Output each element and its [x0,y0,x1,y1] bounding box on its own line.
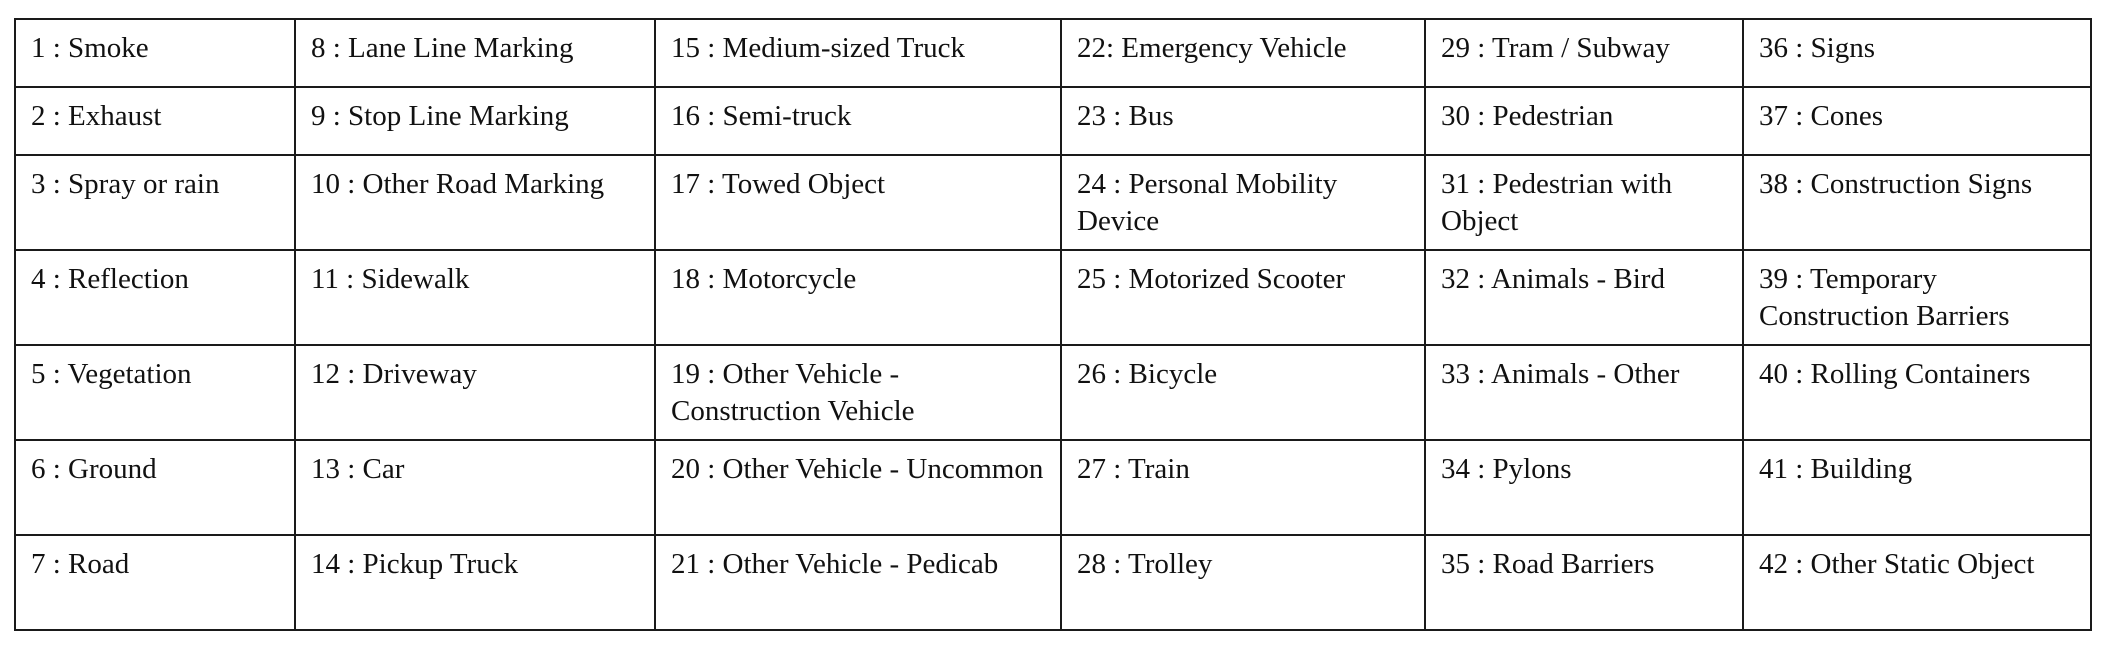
table-cell: 6 : Ground [14,439,296,536]
table-cell: 24 : Personal Mobility Device [1060,154,1426,251]
table-cell: 4 : Reflection [14,249,296,346]
table-cell: 40 : Rolling Containers [1742,344,2092,441]
table-row: 2 : Exhaust 9 : Stop Line Marking 16 : S… [14,86,2092,156]
table-cell: 3 : Spray or rain [14,154,296,251]
table-cell: 7 : Road [14,534,296,631]
table-cell: 8 : Lane Line Marking [294,18,656,88]
table-row: 4 : Reflection 11 : Sidewalk 18 : Motorc… [14,249,2092,346]
table-cell: 20 : Other Vehicle - Uncommon [654,439,1062,536]
table-cell: 31 : Pedestrian with Object [1424,154,1744,251]
table-cell: 5 : Vegetation [14,344,296,441]
table-cell: 16 : Semi-truck [654,86,1062,156]
class-legend-table: 1 : Smoke 8 : Lane Line Marking 15 : Med… [14,18,2092,631]
legend-container: 1 : Smoke 8 : Lane Line Marking 15 : Med… [14,18,2092,631]
table-cell: 15 : Medium-sized Truck [654,18,1062,88]
table-cell: 27 : Train [1060,439,1426,536]
table-row: 3 : Spray or rain 10 : Other Road Markin… [14,154,2092,251]
table-cell: 18 : Motorcycle [654,249,1062,346]
table-cell: 9 : Stop Line Marking [294,86,656,156]
table-cell: 11 : Sidewalk [294,249,656,346]
table-cell: 35 : Road Barriers [1424,534,1744,631]
table-cell: 42 : Other Static Object [1742,534,2092,631]
table-cell: 19 : Other Vehicle - Construction Vehicl… [654,344,1062,441]
table-cell: 1 : Smoke [14,18,296,88]
table-cell: 34 : Pylons [1424,439,1744,536]
table-cell: 26 : Bicycle [1060,344,1426,441]
table-row: 7 : Road 14 : Pickup Truck 21 : Other Ve… [14,534,2092,631]
table-cell: 10 : Other Road Marking [294,154,656,251]
table-cell: 29 : Tram / Subway [1424,18,1744,88]
table-cell: 25 : Motorized Scooter [1060,249,1426,346]
table-row: 1 : Smoke 8 : Lane Line Marking 15 : Med… [14,18,2092,88]
table-row: 6 : Ground 13 : Car 20 : Other Vehicle -… [14,439,2092,536]
table-cell: 2 : Exhaust [14,86,296,156]
table-cell: 12 : Driveway [294,344,656,441]
table-cell: 30 : Pedestrian [1424,86,1744,156]
table-cell: 28 : Trolley [1060,534,1426,631]
table-cell: 17 : Towed Object [654,154,1062,251]
table-cell: 14 : Pickup Truck [294,534,656,631]
table-cell: 41 : Building [1742,439,2092,536]
table-cell: 39 : Temporary Construction Barriers [1742,249,2092,346]
table-cell: 36 : Signs [1742,18,2092,88]
table-cell: 22: Emergency Vehicle [1060,18,1426,88]
table-cell: 38 : Construction Signs [1742,154,2092,251]
table-cell: 21 : Other Vehicle - Pedicab [654,534,1062,631]
table-cell: 23 : Bus [1060,86,1426,156]
table-cell: 37 : Cones [1742,86,2092,156]
table-row: 5 : Vegetation 12 : Driveway 19 : Other … [14,344,2092,441]
table-cell: 32 : Animals - Bird [1424,249,1744,346]
table-cell: 13 : Car [294,439,656,536]
table-cell: 33 : Animals - Other [1424,344,1744,441]
